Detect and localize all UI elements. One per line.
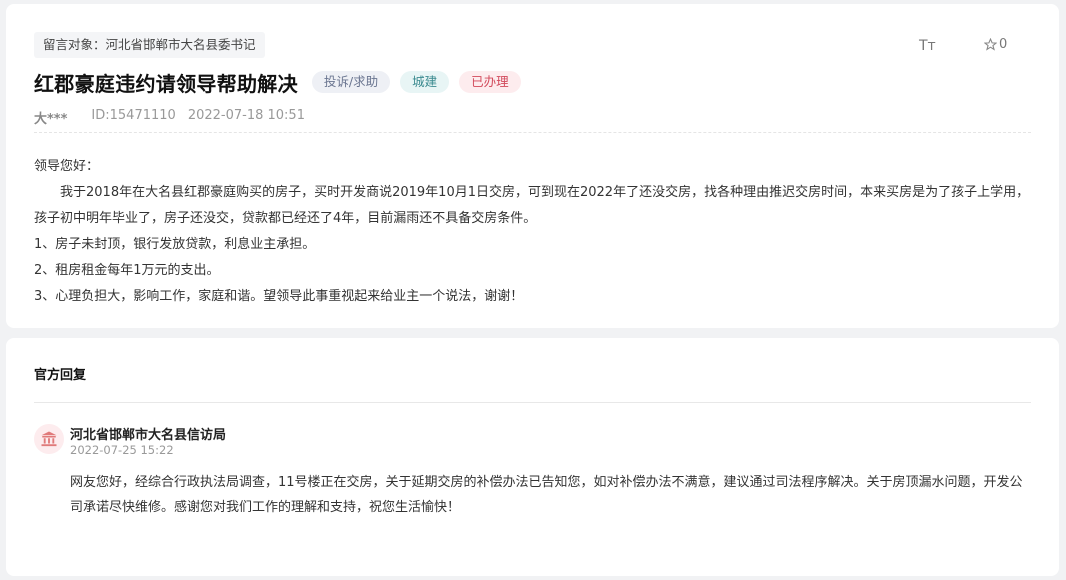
government-building-icon bbox=[41, 431, 57, 447]
content-paragraph: 我于2018年在大名县红郡豪庭购买的房子，买时开发商说2019年10月1日交房，… bbox=[34, 185, 1030, 226]
content-point-3: 3、心理负担大，影响工作，家庭和谐。望领导此事重视起来给业主一个说法，谢谢！ bbox=[34, 289, 524, 304]
status-badge: 已办理 bbox=[459, 71, 521, 93]
category-tag: 城建 bbox=[400, 71, 450, 93]
divider bbox=[34, 132, 1031, 133]
message-meta: 大*** ID:15471110 2022-07-18 10:51 bbox=[34, 108, 305, 127]
divider bbox=[34, 402, 1031, 403]
reply-section-title: 官方回复 bbox=[34, 368, 87, 383]
avatar bbox=[34, 424, 64, 454]
title-row: 红郡豪庭违约请领导帮助解决 投诉/求助 城建 已办理 bbox=[34, 66, 521, 98]
message-card: 留言对象：河北省邯郸市大名县委书记 Tт 0 红郡豪庭违约请领导帮助解决 投诉/… bbox=[6, 4, 1059, 328]
reply-card: 官方回复 河北省邯郸市大名县信访局 2022-07-25 15:22 网友您好，… bbox=[6, 338, 1059, 576]
message-content: 领导您好： 我于2018年在大名县红郡豪庭购买的房子，买时开发商说2019年10… bbox=[34, 154, 1034, 310]
favorite-count: 0 bbox=[999, 37, 1008, 52]
font-size-icon: Tт bbox=[919, 38, 936, 54]
message-time: 2022-07-18 10:51 bbox=[187, 108, 305, 123]
font-size-button[interactable]: Tт bbox=[919, 38, 936, 54]
page-title: 红郡豪庭违约请领导帮助解决 bbox=[34, 71, 298, 96]
type-tag: 投诉/求助 bbox=[311, 71, 391, 93]
reply-org-name: 河北省邯郸市大名县信访局 bbox=[70, 428, 227, 443]
favorite-button[interactable]: 0 bbox=[984, 37, 1007, 52]
message-id: ID:15471110 bbox=[91, 108, 176, 123]
star-icon bbox=[984, 38, 997, 51]
message-target-label: 留言对象：河北省邯郸市大名县委书记 bbox=[34, 32, 265, 58]
content-greeting: 领导您好： bbox=[34, 159, 100, 174]
reply-time: 2022-07-25 15:22 bbox=[70, 443, 174, 457]
content-point-2: 2、租房租金每年1万元的支出。 bbox=[34, 263, 220, 278]
author-name: 大*** bbox=[34, 112, 68, 127]
reply-body: 网友您好，经综合行政执法局调查，11号楼正在交房，关于延期交房的补偿办法已告知您… bbox=[70, 475, 1023, 515]
content-point-1: 1、房子未封顶，银行发放贷款，利息业主承担。 bbox=[34, 237, 316, 252]
